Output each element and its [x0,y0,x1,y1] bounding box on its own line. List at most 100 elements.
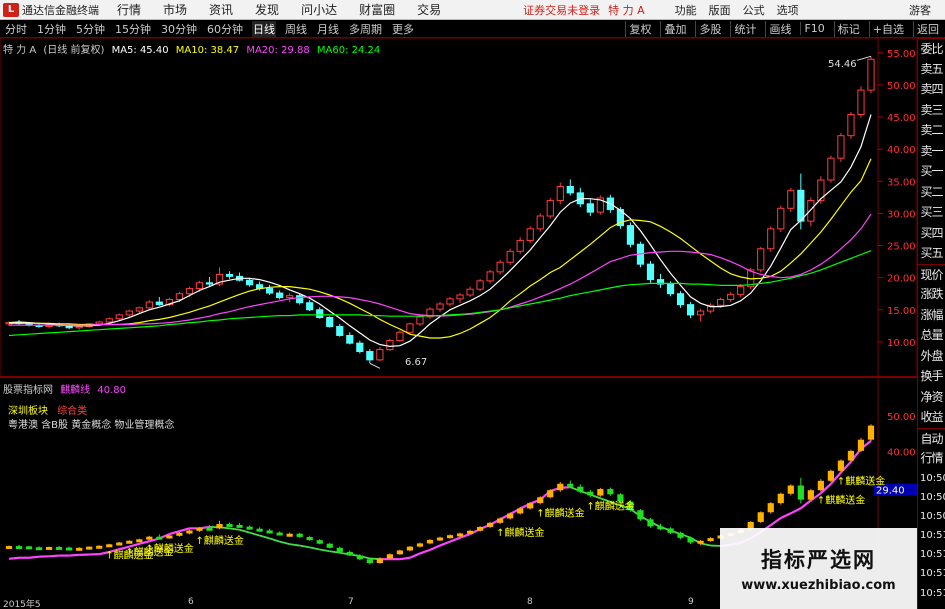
btn-huaxian[interactable]: 画线 [765,20,794,37]
period-60min[interactable]: 60分钟 [206,21,244,37]
indicator-candle-down [256,528,263,532]
candle-up [446,298,454,305]
btn-duogu[interactable]: 多股 [695,20,724,37]
indicator-candle-up [857,439,865,451]
candle-up [767,228,775,250]
menu-gongshi[interactable]: 公式 [743,2,765,18]
indicator-line-segment [449,536,461,543]
low-pointer [369,362,381,369]
candle-up [145,301,153,309]
toolbar-right-group: 复权 叠加 多股 统计 画线 F10 标记 +自选 返回 [622,20,945,37]
quote-time-label: 10:51 [920,530,945,542]
candle-up [526,228,534,241]
btn-fuquan[interactable]: 复权 [625,20,654,37]
menu-caifuquan[interactable]: 财富圈 [359,1,395,18]
btn-f10[interactable]: F10 [800,22,827,35]
period-daily[interactable]: 日线 [252,20,276,37]
quote-field-label: 委比 [918,38,945,59]
menu-shichang[interactable]: 市场 [163,1,187,18]
period-30min[interactable]: 30分钟 [160,21,198,37]
indicator-candle-down [25,546,33,550]
indicator-line-segment [279,540,290,545]
indicator-candle-down [35,547,43,551]
login-status[interactable]: 证券交易未登录 [523,2,600,18]
quote-time-label: 10:50 [920,491,945,503]
candle-up [95,321,103,325]
legend-source: 股票指标网 [3,385,53,396]
indicator-candle-down [56,546,63,550]
axis-tick-label: 45.00 [887,113,916,124]
period-more[interactable]: 更多 [391,21,415,37]
menu-banmian[interactable]: 版面 [709,2,731,18]
period-weekly[interactable]: 周线 [284,21,308,37]
sub-axis-tick-label: 50.00 [887,412,916,423]
period-fenshi[interactable]: 分时 [4,21,28,37]
menu-xuanxiang[interactable]: 选项 [777,2,799,18]
price-low-label: 6.67 [405,357,428,368]
period-5min[interactable]: 5分钟 [75,21,106,37]
indicator-candle-down [667,528,674,533]
indicator-line-segment [299,544,310,549]
indicator-line-segment [770,517,782,527]
chart-canvas[interactable]: 55.00 50.00 45.00 40.00 35.00 30.00 25.00 20.00… [0,38,917,597]
indicator-candle-up [386,554,393,559]
quote-field-label: 卖一 [920,143,943,158]
candle-down [326,316,334,327]
period-15min[interactable]: 15分钟 [114,21,152,37]
indicator-candle-down [356,555,363,560]
signal-label: ↑麒麟送金 [145,542,193,555]
menu-wenxiaoda[interactable]: 问小达 [301,1,337,18]
indicator-line-segment [128,542,140,548]
app-logo-icon: L [3,2,19,17]
candle-up [105,318,113,323]
indicator-candle-down [306,536,313,541]
candle-down [676,293,685,306]
btn-add-watchlist[interactable]: +自选 [868,20,907,37]
btn-biaoji[interactable]: 标记 [833,20,863,37]
axis-tick-label: 40.00 [887,145,916,156]
sub-chart-legend: 股票指标网 麒麟线 40.80 [3,381,126,396]
menu-faxian[interactable]: 发现 [255,1,279,18]
indicator-candle-up [96,545,103,549]
candle-down [346,334,354,344]
menu-zixun[interactable]: 资讯 [209,1,233,18]
indicator-line-segment [439,540,451,547]
candle-up [486,271,494,282]
quote-field-label: 总量 [920,328,943,342]
btn-back[interactable]: 返回 [913,20,942,37]
candle-up [125,310,133,316]
candle-up [175,293,184,300]
legend-ma20: MA20: 29.88 [246,45,310,56]
candle-up [436,303,444,310]
signal-label: ↑麒麟送金 [837,475,885,488]
indicator-candle-up [376,558,383,564]
period-multi[interactable]: 多周期 [348,21,383,37]
period-monthly[interactable]: 月线 [316,21,340,37]
indicator-candle-down [226,524,233,528]
menu-jiaoyi[interactable]: 交易 [417,1,441,18]
axis-tick-label: 25.00 [887,242,916,253]
sub-axis-tick-label: 40.00 [887,448,916,459]
candle-down [296,295,304,304]
btn-diejia[interactable]: 叠加 [660,20,689,37]
date-label: 7 [348,597,354,607]
indicator-candle-up [416,543,424,547]
guest-user[interactable]: 游客 [909,2,931,18]
indicator-line-segment [229,527,240,531]
indicator-candle-down [296,533,303,537]
menu-hangqing[interactable]: 行情 [117,1,141,18]
candle-up [556,185,564,202]
candle-down [366,351,374,361]
menu-gongneng[interactable]: 功能 [675,2,697,18]
period-1min[interactable]: 1分钟 [36,21,67,37]
quote-field-label: 卖二 [920,123,943,137]
indicator-candle-up [286,533,293,537]
btn-tongji[interactable]: 统计 [730,20,759,37]
signal-label: ↑麒麟送金 [817,494,865,507]
candle-down [245,279,254,286]
legend-ma60: MA60: 24.24 [316,45,381,56]
quote-field-label: 自动 [918,427,945,449]
indicator-candle-up [176,532,183,536]
indicator-candle-down [637,510,644,520]
quote-time-label: 10:51 [920,549,945,561]
